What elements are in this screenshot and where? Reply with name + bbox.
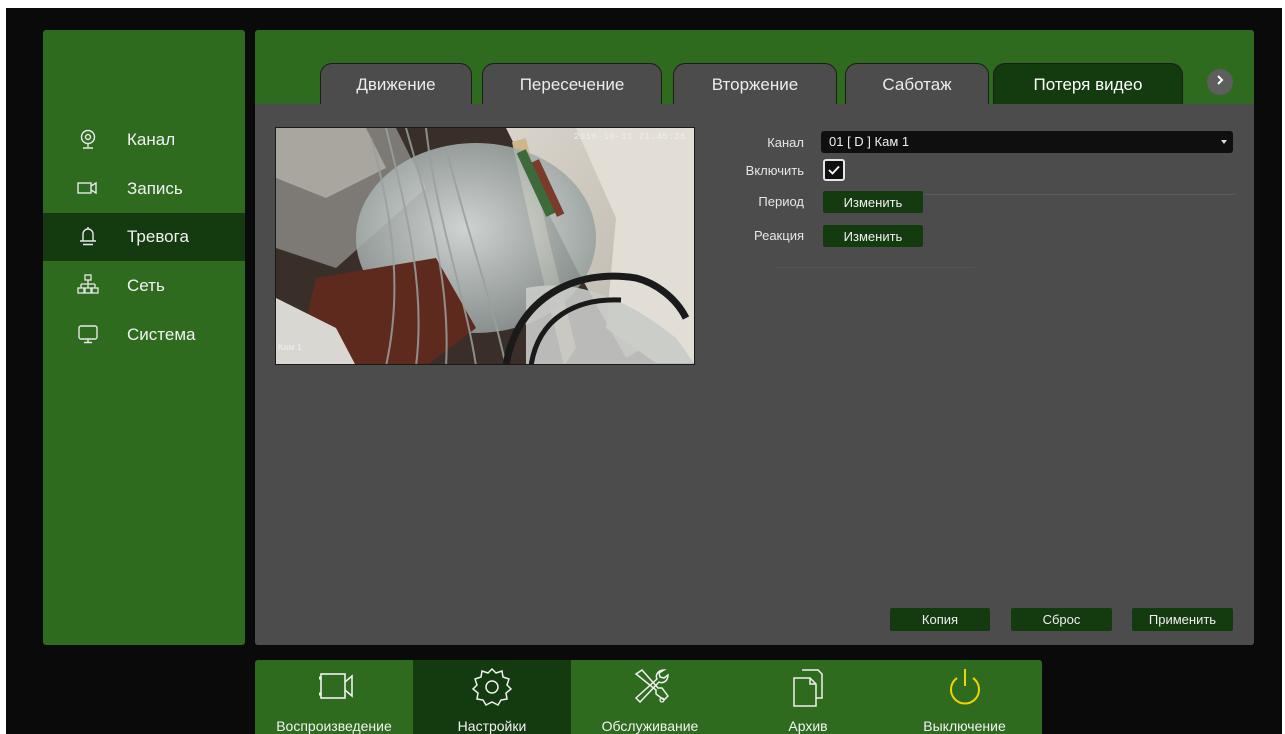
- sidebar-item-label: Тревога: [127, 227, 189, 246]
- channel-select[interactable]: 01 [ D ] Кам 1: [821, 131, 1233, 153]
- sidebar-item-channel[interactable]: Канал: [43, 116, 245, 164]
- button-label: Применить: [1148, 612, 1217, 627]
- button-label: Сброс: [1042, 612, 1081, 627]
- camera-preview-image: [276, 128, 694, 364]
- dock-archive[interactable]: Архив: [729, 660, 887, 734]
- dock-label: Воспроизведение: [276, 718, 392, 734]
- tab-intrusion[interactable]: Вторжение: [673, 63, 837, 105]
- dvr-screen: Канал Запись Тревога Сеть Система Движен…: [6, 8, 1282, 734]
- dock-label: Настройки: [457, 718, 527, 734]
- main-panel: Движение Пересечение Вторжение Саботаж П…: [255, 30, 1254, 645]
- checkmark-icon: [825, 165, 843, 183]
- preview-timestamp: 2016-10-31 21:45:35: [573, 132, 686, 142]
- sidebar-item-label: Канал: [127, 130, 176, 149]
- monitor-icon: [77, 323, 99, 345]
- apply-button[interactable]: Применить: [1132, 608, 1233, 631]
- dock-label: Обслуживание: [601, 718, 699, 734]
- period-label: Период: [758, 194, 804, 209]
- dock-label: Выключение: [923, 718, 1006, 734]
- chevron-right-icon: [1214, 73, 1226, 91]
- enable-checkbox[interactable]: [823, 159, 845, 181]
- reaction-edit-button[interactable]: Изменить: [823, 225, 923, 247]
- period-edit-button[interactable]: Изменить: [823, 191, 923, 213]
- preview-camera-name: Кам 1: [278, 342, 302, 352]
- dock-maintenance[interactable]: Обслуживание: [571, 660, 729, 734]
- tab-sabotage[interactable]: Саботаж: [845, 63, 989, 105]
- alarm-settings-content: 2016-10-31 21:45:35 Кам 1 Канал 01 [ D ]…: [255, 104, 1254, 645]
- dropdown-arrow-icon: [1221, 140, 1227, 144]
- sidebar: Канал Запись Тревога Сеть Система: [43, 30, 245, 645]
- record-camera-icon: [77, 177, 99, 199]
- bottom-dock: Воспроизведение Настройки Обслуживание А…: [255, 660, 1042, 734]
- button-label: Изменить: [843, 228, 903, 244]
- sidebar-item-label: Сеть: [127, 276, 165, 295]
- camera-channel-icon: [77, 128, 99, 150]
- enable-label: Включить: [745, 163, 804, 178]
- tab-label: Потеря видео: [1033, 74, 1143, 94]
- camera-preview: 2016-10-31 21:45:35 Кам 1: [275, 127, 695, 365]
- network-icon: [77, 274, 99, 296]
- sidebar-item-system[interactable]: Система: [43, 311, 245, 359]
- dock-label: Архив: [788, 718, 828, 734]
- sidebar-item-record[interactable]: Запись: [43, 165, 245, 213]
- dock-settings[interactable]: Настройки: [413, 660, 571, 734]
- copy-button[interactable]: Копия: [890, 608, 990, 631]
- button-label: Изменить: [843, 194, 903, 210]
- channel-value: 01 [ D ] Кам 1: [829, 134, 910, 149]
- reaction-label: Реакция: [754, 228, 804, 243]
- bell-icon: [77, 225, 99, 247]
- sidebar-item-network[interactable]: Сеть: [43, 262, 245, 310]
- power-icon: [943, 666, 987, 715]
- sidebar-item-alarm[interactable]: Тревога: [43, 213, 245, 261]
- divider: [775, 267, 975, 268]
- settings-gear-icon: [470, 666, 514, 713]
- tab-motion[interactable]: Движение: [320, 63, 472, 105]
- tabs-next-button[interactable]: [1207, 69, 1233, 95]
- reset-button[interactable]: Сброс: [1011, 608, 1112, 631]
- tab-label: Пересечение: [519, 74, 625, 94]
- archive-files-icon: [786, 666, 830, 715]
- maintenance-tools-icon: [628, 666, 672, 713]
- tab-label: Саботаж: [882, 74, 952, 94]
- tab-label: Вторжение: [711, 74, 799, 94]
- tab-crossing[interactable]: Пересечение: [482, 63, 662, 105]
- sidebar-item-label: Система: [127, 325, 196, 344]
- button-label: Копия: [921, 612, 959, 627]
- channel-label: Канал: [767, 135, 804, 150]
- dock-shutdown[interactable]: Выключение: [887, 660, 1042, 734]
- dock-playback[interactable]: Воспроизведение: [255, 660, 413, 734]
- tab-label: Движение: [356, 74, 436, 94]
- playback-camera-icon: [309, 666, 359, 711]
- tab-video-loss[interactable]: Потеря видео: [993, 63, 1183, 105]
- sidebar-item-label: Запись: [127, 179, 183, 198]
